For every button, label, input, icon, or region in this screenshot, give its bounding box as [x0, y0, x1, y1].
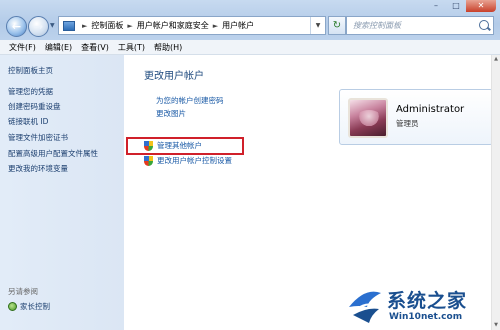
watermark-brand: 系统之家	[387, 290, 468, 312]
sidebar-item-manage-credentials[interactable]: 管理您的凭据	[8, 86, 53, 97]
refresh-button[interactable]: ↻	[328, 16, 346, 35]
menu-view[interactable]: 查看(V)	[81, 42, 109, 53]
menu-file[interactable]: 文件(F)	[9, 42, 36, 53]
maximize-button[interactable]: □	[446, 0, 466, 12]
parental-controls-label: 家长控制	[20, 302, 50, 311]
watermark: 系统之家 Win10net.com	[347, 280, 500, 330]
menu-help[interactable]: 帮助(H)	[154, 42, 182, 53]
sidebar-item-file-encryption[interactable]: 管理文件加密证书	[8, 132, 68, 143]
sidebar-item-link-online-id[interactable]: 链接联机 ID	[8, 116, 48, 127]
account-card: Administrator 管理员	[339, 89, 493, 145]
address-dropdown-icon[interactable]: ▼	[310, 17, 325, 34]
change-uac-settings-label: 更改用户帐户控制设置	[157, 156, 232, 165]
breadcrumb-chevron-icon[interactable]: ►	[82, 22, 87, 30]
scroll-up-icon[interactable]: ▲	[492, 55, 500, 64]
menu-edit[interactable]: 编辑(E)	[45, 42, 72, 53]
address-bar[interactable]: ► 控制面板 ► 用户帐户和家庭安全 ► 用户帐户 ▼	[58, 16, 326, 35]
page-title: 更改用户帐户	[144, 71, 204, 82]
avatar[interactable]	[348, 98, 388, 138]
breadcrumb-user-accounts-family[interactable]: 用户帐户和家庭安全	[137, 20, 209, 31]
menu-tools[interactable]: 工具(T)	[118, 42, 145, 53]
breadcrumb-chevron-icon[interactable]: ►	[213, 22, 218, 30]
change-picture-link[interactable]: 更改图片	[156, 108, 186, 119]
breadcrumb-control-panel[interactable]: 控制面板	[91, 20, 123, 31]
close-button[interactable]: ✕	[466, 0, 496, 12]
manage-other-accounts-link[interactable]: 管理其他帐户	[144, 140, 202, 151]
sidebar-item-profile-properties[interactable]: 配置高级用户配置文件属性	[8, 148, 98, 159]
manage-other-accounts-label: 管理其他帐户	[157, 141, 202, 150]
change-uac-settings-link[interactable]: 更改用户帐户控制设置	[144, 155, 232, 166]
search-icon[interactable]	[479, 20, 489, 30]
see-also-heading: 另请参阅	[8, 287, 38, 296]
search-input[interactable]: 搜索控制面板	[346, 16, 494, 35]
forward-button[interactable]: →	[28, 16, 49, 37]
breadcrumb-user-accounts[interactable]: 用户帐户	[222, 20, 254, 31]
create-password-link[interactable]: 为您的帐户创建密码	[156, 95, 224, 106]
refresh-icon: ↻	[332, 20, 342, 31]
control-panel-icon	[63, 20, 75, 31]
breadcrumb-chevron-icon[interactable]: ►	[127, 22, 132, 30]
account-name: Administrator	[396, 104, 465, 115]
sidebar-item-parental-controls[interactable]: 家长控制	[8, 301, 50, 312]
arrow-right-icon: →	[33, 20, 44, 33]
recent-pages-chevron-icon[interactable]: ▼	[50, 22, 55, 29]
uac-shield-icon	[144, 140, 153, 151]
uac-shield-icon	[144, 155, 153, 166]
menu-bar: 文件(F) 编辑(E) 查看(V) 工具(T) 帮助(H)	[0, 40, 500, 55]
sidebar-item-control-panel-home[interactable]: 控制面板主页	[8, 65, 53, 76]
sidebar-item-create-reset-disk[interactable]: 创建密码重设盘	[8, 101, 61, 112]
window-controls: – □ ✕	[426, 0, 496, 12]
parental-controls-icon	[8, 302, 17, 311]
watermark-logo-icon	[349, 291, 381, 323]
minimize-button[interactable]: –	[426, 0, 446, 12]
sidebar-item-environment-variables[interactable]: 更改我的环境变量	[8, 163, 68, 174]
title-bar: – □ ✕ ← → ▼ ► 控制面板 ► 用户帐户和家庭安全 ► 用户帐户 ▼ …	[0, 0, 500, 41]
back-button[interactable]: ←	[6, 16, 27, 37]
search-placeholder: 搜索控制面板	[353, 21, 401, 30]
sidebar: 控制面板主页 管理您的凭据 创建密码重设盘 链接联机 ID 管理文件加密证书 配…	[0, 55, 124, 330]
watermark-url: Win10net.com	[389, 312, 463, 322]
account-role: 管理员	[396, 119, 419, 128]
arrow-left-icon: ←	[11, 20, 22, 33]
